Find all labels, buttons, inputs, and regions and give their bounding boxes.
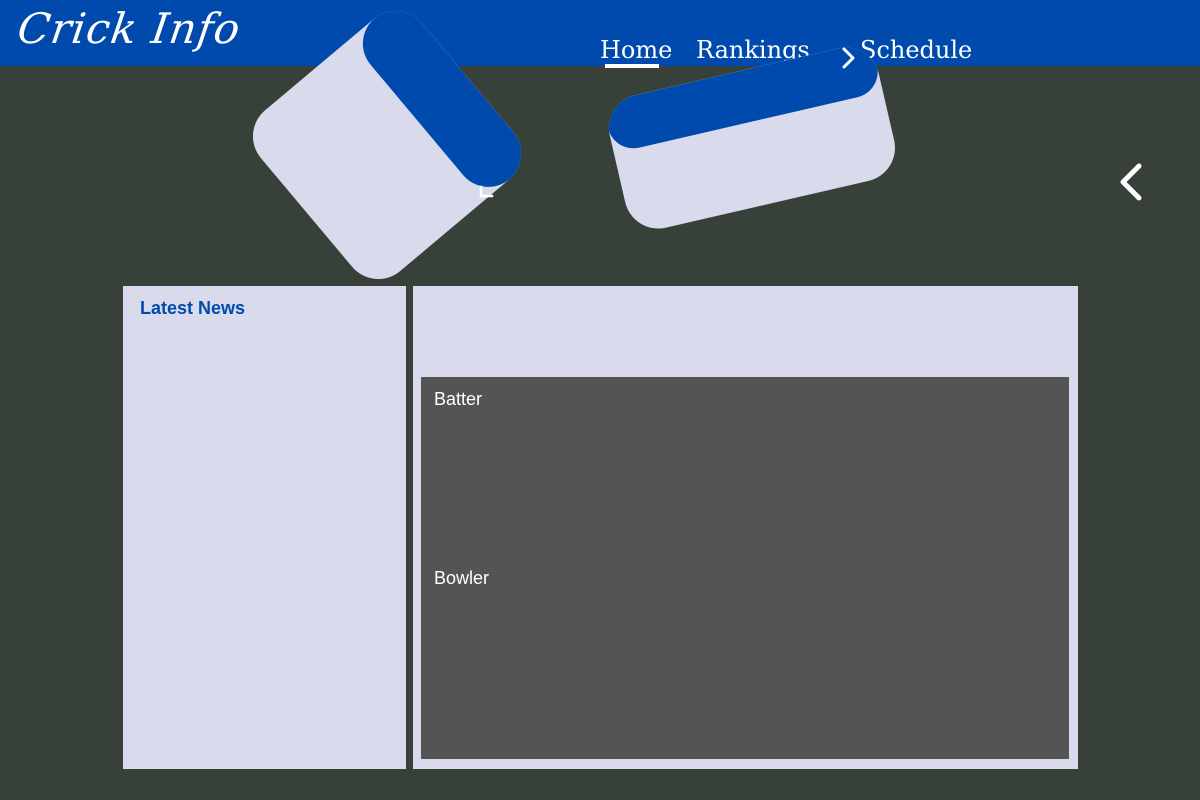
chevron-left-icon[interactable] [1116, 162, 1146, 202]
latest-news-title: Latest News [140, 298, 246, 318]
match-panel: Batter Bowler [413, 286, 1078, 769]
nav-home-link[interactable]: Home [600, 36, 672, 64]
chevron-down-icon[interactable] [478, 184, 494, 200]
bowler-label: Bowler [434, 568, 490, 588]
chevron-right-icon[interactable] [840, 46, 858, 70]
latest-news-panel: Latest News [123, 286, 406, 769]
app-logo[interactable]: Crick Info [15, 4, 244, 53]
scoreboard: Batter Bowler [421, 377, 1069, 759]
top-navigation-bar: Crick Info Home Rankings Schedule [0, 0, 1200, 66]
batter-label: Batter [434, 389, 483, 409]
nav-schedule-link[interactable]: Schedule [860, 36, 972, 64]
active-nav-underline [605, 64, 659, 68]
